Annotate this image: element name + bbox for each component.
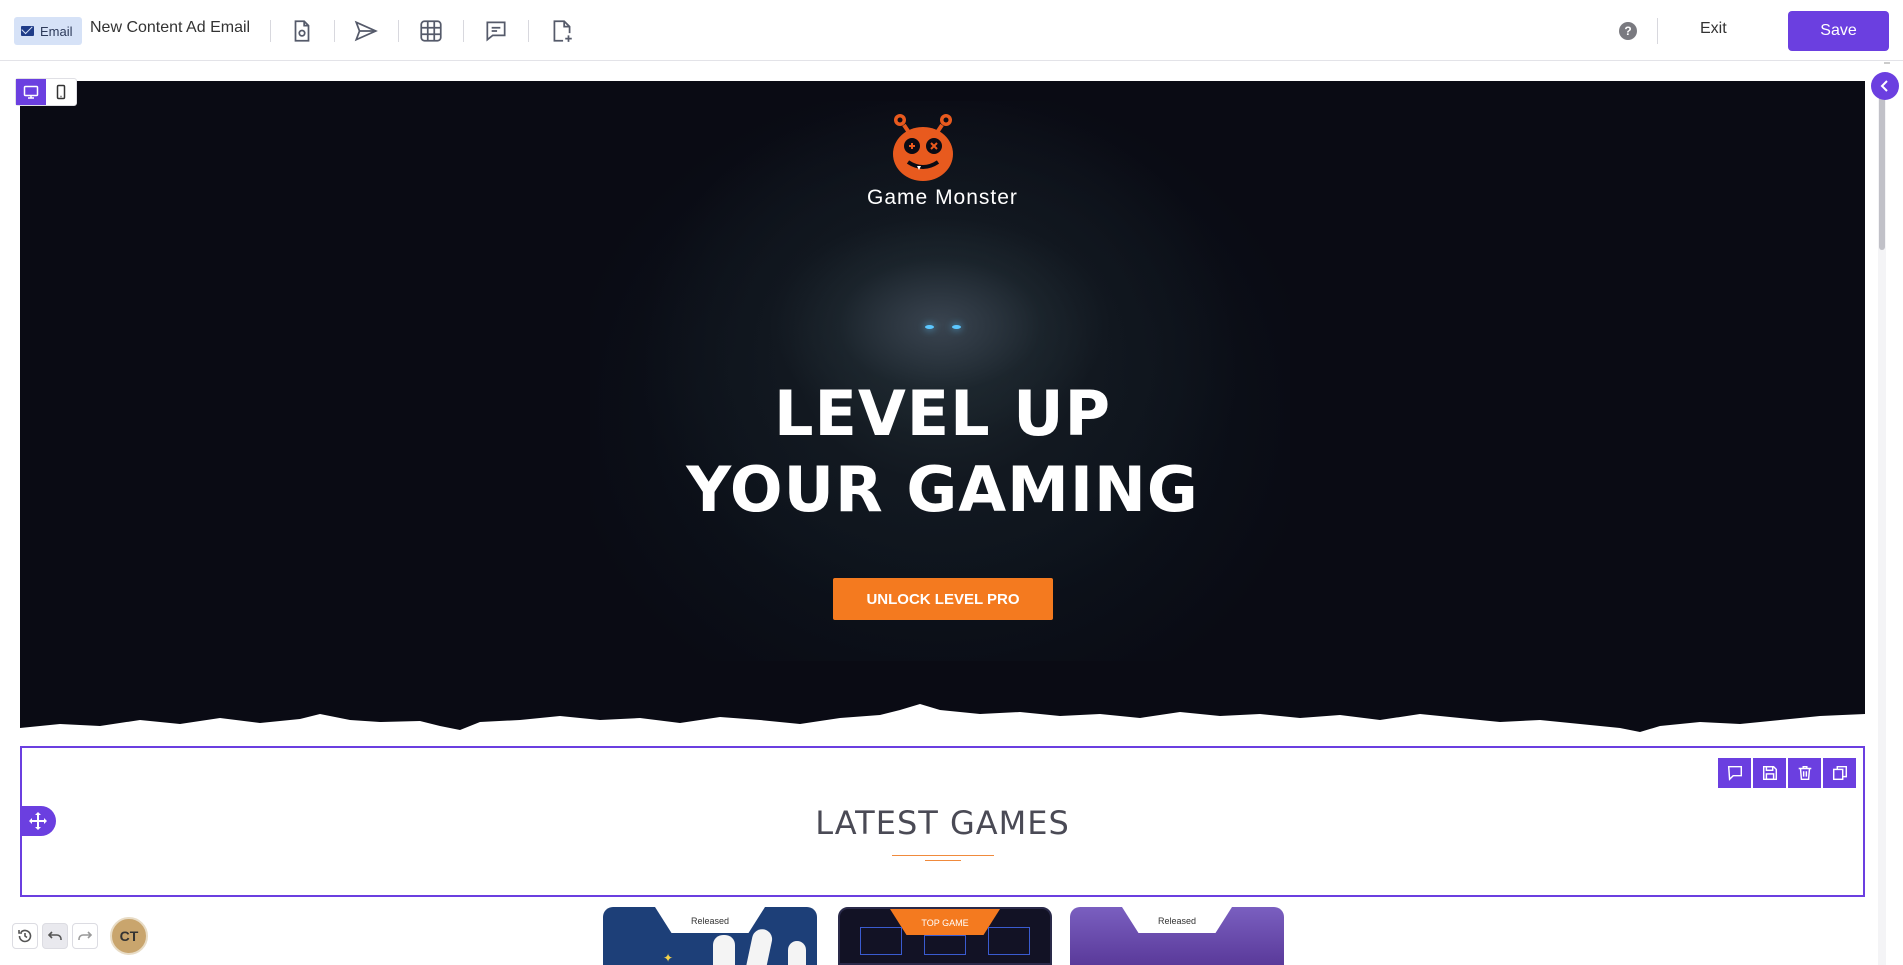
character-eye	[925, 325, 934, 329]
grid-icon	[420, 20, 442, 42]
help-icon[interactable]: ?	[1619, 22, 1637, 40]
undo-icon	[47, 931, 62, 940]
title-underline	[925, 860, 961, 861]
scoreboard-image	[988, 927, 1030, 955]
save-button[interactable]: Save	[1788, 11, 1889, 51]
section-save-button[interactable]	[1753, 758, 1786, 788]
divider	[528, 20, 529, 42]
divider	[270, 20, 271, 42]
brand-name: Game Monster	[867, 186, 1018, 209]
section-comment-button[interactable]	[1718, 758, 1751, 788]
sparkle-icon: ✦	[663, 951, 674, 965]
scoreboard-image	[924, 935, 966, 955]
send-button[interactable]	[349, 14, 383, 48]
section-title[interactable]: LATEST GAMES	[760, 804, 1125, 842]
send-icon	[354, 20, 378, 42]
add-page-button[interactable]	[545, 14, 579, 48]
badge-label: Email	[40, 23, 73, 39]
duplicate-icon	[1832, 765, 1847, 781]
comment-icon	[1727, 765, 1742, 781]
envelope-icon	[21, 26, 34, 36]
headline-line: LEVEL UP	[773, 377, 1112, 450]
card-tag: Released	[655, 907, 765, 933]
top-toolbar: Email New Content Ad Email ? Exit Save	[0, 0, 1903, 61]
avatar[interactable]: CT	[110, 917, 148, 955]
game-card[interactable]: Released	[1070, 907, 1284, 965]
character-eye	[952, 325, 961, 329]
card-tag: TOP GAME	[890, 909, 1000, 935]
collapse-panel-button[interactable]	[1871, 72, 1899, 100]
bowling-pin-image	[713, 935, 735, 965]
history-controls: CT	[12, 917, 148, 955]
divider	[334, 20, 335, 42]
torn-paper-edge	[20, 704, 1865, 750]
bowling-pin-image	[788, 941, 806, 965]
preview-doc-icon	[294, 20, 310, 42]
scoreboard-image	[860, 927, 902, 955]
section-delete-button[interactable]	[1788, 758, 1821, 788]
divider	[463, 20, 464, 42]
comment-icon	[486, 21, 506, 42]
game-card[interactable]: TOP GAME	[838, 907, 1052, 965]
desktop-icon	[23, 85, 39, 99]
save-icon	[1762, 765, 1777, 781]
email-type-badge: Email	[14, 17, 82, 45]
hero-headline[interactable]: LEVEL UP YOUR GAMING	[640, 376, 1245, 528]
divider	[1884, 62, 1890, 64]
history-button[interactable]	[12, 923, 38, 949]
card-tag: Released	[1122, 907, 1232, 933]
undo-button[interactable]	[42, 923, 68, 949]
chevron-left-icon	[1880, 80, 1888, 92]
desktop-view-button[interactable]	[16, 79, 46, 105]
game-card[interactable]: Released ✦	[603, 907, 817, 965]
mobile-view-button[interactable]	[46, 79, 76, 105]
exit-button[interactable]: Exit	[1700, 20, 1727, 38]
bowling-pin-image	[746, 927, 774, 965]
redo-button[interactable]	[72, 923, 98, 949]
document-title[interactable]: New Content Ad Email	[90, 19, 250, 37]
move-icon	[29, 812, 47, 830]
scrollbar-thumb[interactable]	[1879, 80, 1885, 250]
comment-button[interactable]	[479, 14, 513, 48]
unlock-cta-button[interactable]: UNLOCK LEVEL PRO	[833, 578, 1053, 620]
title-underline	[892, 855, 994, 856]
device-toggle	[15, 78, 77, 106]
monster-logo-icon	[893, 114, 953, 181]
history-icon	[18, 929, 32, 943]
section-duplicate-button[interactable]	[1823, 758, 1856, 788]
grid-button[interactable]	[414, 14, 448, 48]
divider	[398, 20, 399, 42]
trash-icon	[1798, 765, 1811, 781]
headline-line: YOUR GAMING	[686, 453, 1199, 526]
section-move-handle[interactable]	[20, 806, 56, 836]
preview-doc-button[interactable]	[285, 14, 319, 48]
section-toolbar	[1718, 758, 1856, 788]
mobile-icon	[56, 84, 66, 100]
add-page-icon	[553, 20, 572, 42]
redo-icon	[78, 931, 93, 940]
divider	[1657, 18, 1658, 44]
